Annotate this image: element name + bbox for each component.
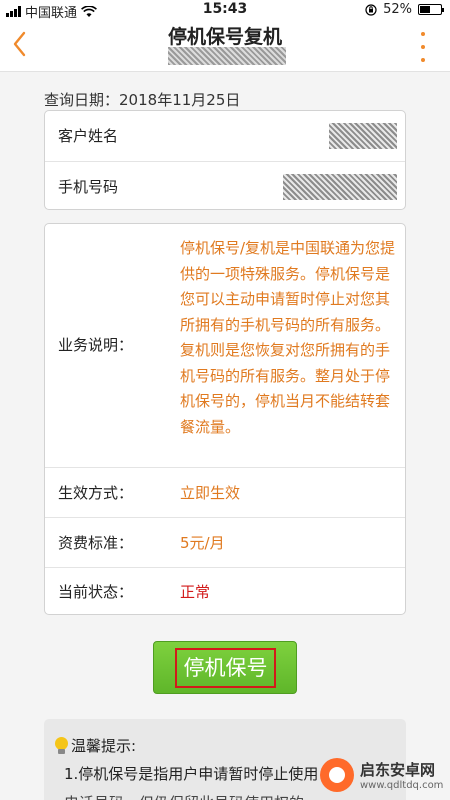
watermark-url: www.qdltdq.com (360, 780, 444, 791)
phone-number-label: 手机号码 (58, 178, 119, 196)
current-status-value: 正常 (180, 583, 211, 601)
customer-info-card: 客户姓名 手机号码 (44, 110, 406, 210)
site-watermark: 启东安卓网 www.qdltdq.com (320, 750, 450, 800)
service-info-card: 业务说明： 停机保号/复机是中国联通为您提供的一项特殊服务。停机保号是您可以主动… (44, 223, 406, 615)
service-description-row: 业务说明： 停机保号/复机是中国联通为您提供的一项特殊服务。停机保号是您可以主动… (45, 224, 405, 467)
customer-name-label: 客户姓名 (58, 127, 119, 145)
lightbulb-icon (54, 736, 69, 755)
phone-number-masked (283, 174, 397, 200)
fee-standard-value: 5元/月 (180, 534, 225, 552)
page-title: 停机保号复机 (167, 26, 282, 48)
current-status-row: 当前状态： 正常 (45, 567, 405, 616)
more-dot-icon (421, 45, 425, 49)
effect-mode-row: 生效方式： 立即生效 (45, 467, 405, 517)
watermark-logo-icon (320, 758, 354, 792)
tips-title-text: 温馨提示: (71, 737, 137, 755)
nav-bar: 停机保号复机 (0, 20, 450, 72)
tips-line-1: 1.停机保号是指用户申请暂时停止使用 (64, 765, 319, 783)
effect-mode-value: 立即生效 (180, 484, 241, 502)
query-date-label: 查询日期： (44, 91, 120, 109)
more-dot-icon (421, 32, 425, 36)
watermark-name: 启东安卓网 (360, 761, 436, 779)
battery-percent: 52% (383, 2, 412, 17)
customer-name-masked (329, 123, 397, 149)
service-description-text: 停机保号/复机是中国联通为您提供的一项特殊服务。停机保号是您可以主动申请暂时停止… (180, 239, 396, 436)
tips-title: 温馨提示: (54, 735, 136, 756)
customer-name-row: 客户姓名 (45, 111, 405, 161)
suspend-keep-number-label: 停机保号 (175, 648, 276, 688)
more-dot-icon (421, 58, 425, 62)
current-status-label: 当前状态： (58, 583, 134, 601)
battery-icon (418, 4, 444, 15)
effect-mode-label: 生效方式： (58, 484, 134, 502)
tips-line-2: 电话号码，但仍保留此号码使用权的 (64, 792, 344, 800)
more-menu-button[interactable] (416, 32, 430, 62)
fee-standard-row: 资费标准： 5元/月 (45, 517, 405, 567)
suspend-keep-number-button[interactable]: 停机保号 (153, 641, 297, 694)
service-description-label: 业务说明： (58, 336, 134, 354)
status-bar: 中国联通 15:43 52% (0, 0, 450, 21)
query-date: 查询日期：2018年11月25日 (44, 89, 240, 110)
phone-number-row: 手机号码 (45, 161, 405, 211)
query-date-value: 2018年11月25日 (119, 91, 241, 109)
orientation-lock-icon (365, 3, 377, 16)
fee-standard-label: 资费标准： (58, 534, 134, 552)
masked-subtitle (168, 47, 286, 65)
